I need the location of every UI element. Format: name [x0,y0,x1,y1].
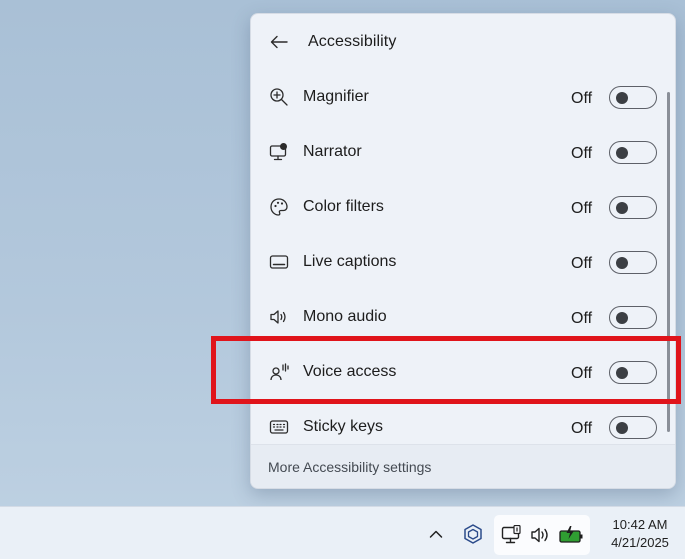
network-tray-icon-wrap [498,521,526,549]
toggle-knob [616,311,628,324]
magnifier-toggle[interactable] [609,86,657,109]
live-captions-label: Live captions [303,253,397,270]
taskbar-clock[interactable]: 10:42 AM 4/21/2025 [600,516,680,552]
volume-tray-icon-wrap [527,521,555,549]
toggle-knob [616,256,628,269]
row-magnifier[interactable]: Magnifier Off [251,70,663,125]
live-captions-state: Off [571,255,593,272]
magnifier-label: Magnifier [303,88,369,105]
sticky-keys-icon [267,415,291,439]
back-arrow-icon [270,35,288,49]
live-captions-toggle[interactable] [609,251,657,274]
show-hidden-icons-button[interactable] [422,519,450,549]
narrator-icon [267,140,291,164]
clock-date: 4/21/2025 [611,535,669,550]
voice-access-highlight [211,336,681,404]
copilot-icon [464,524,482,544]
chevron-up-icon [429,530,443,538]
magnifier-icon [267,85,291,109]
color-filters-toggle[interactable] [609,196,657,219]
toggle-knob [616,146,628,159]
toggle-knob [616,421,628,434]
live-captions-icon [267,250,291,274]
magnifier-state: Off [571,90,593,107]
color-filters-state: Off [571,200,593,217]
network-icon [501,525,521,544]
quick-settings-button[interactable] [494,515,590,555]
battery-tray-icon-wrap [556,521,586,549]
mono-audio-state: Off [571,310,593,327]
color-filters-label: Color filters [303,198,384,215]
flyout-footer: More Accessibility settings [251,444,675,488]
toggle-knob [616,201,628,214]
color-filters-icon [267,195,291,219]
taskbar: 10:42 AM 4/21/2025 [0,506,685,559]
mono-audio-icon [267,305,291,329]
battery-charging-icon [559,526,583,543]
narrator-toggle[interactable] [609,141,657,164]
narrator-state: Off [571,145,593,162]
row-live-captions[interactable]: Live captions Off [251,235,663,290]
volume-icon [531,527,548,543]
back-button[interactable] [265,30,293,54]
accessibility-flyout: Accessibility Magnifier Off Narrator Off [250,13,676,489]
copilot-tray-button[interactable] [458,519,488,549]
toggle-knob [616,91,628,104]
row-narrator[interactable]: Narrator Off [251,125,663,180]
narrator-label: Narrator [303,143,362,160]
row-sticky-keys[interactable]: Sticky keys Off [251,400,663,445]
sticky-keys-toggle[interactable] [609,416,657,439]
sticky-keys-state: Off [571,420,593,437]
clock-time: 10:42 AM [612,517,668,532]
flyout-title: Accessibility [308,33,397,50]
mono-audio-label: Mono audio [303,308,387,325]
mono-audio-toggle[interactable] [609,306,657,329]
more-accessibility-settings-link[interactable]: More Accessibility settings [268,459,431,475]
flyout-header: Accessibility [251,14,675,70]
sticky-keys-label: Sticky keys [303,418,384,435]
row-color-filters[interactable]: Color filters Off [251,180,663,235]
